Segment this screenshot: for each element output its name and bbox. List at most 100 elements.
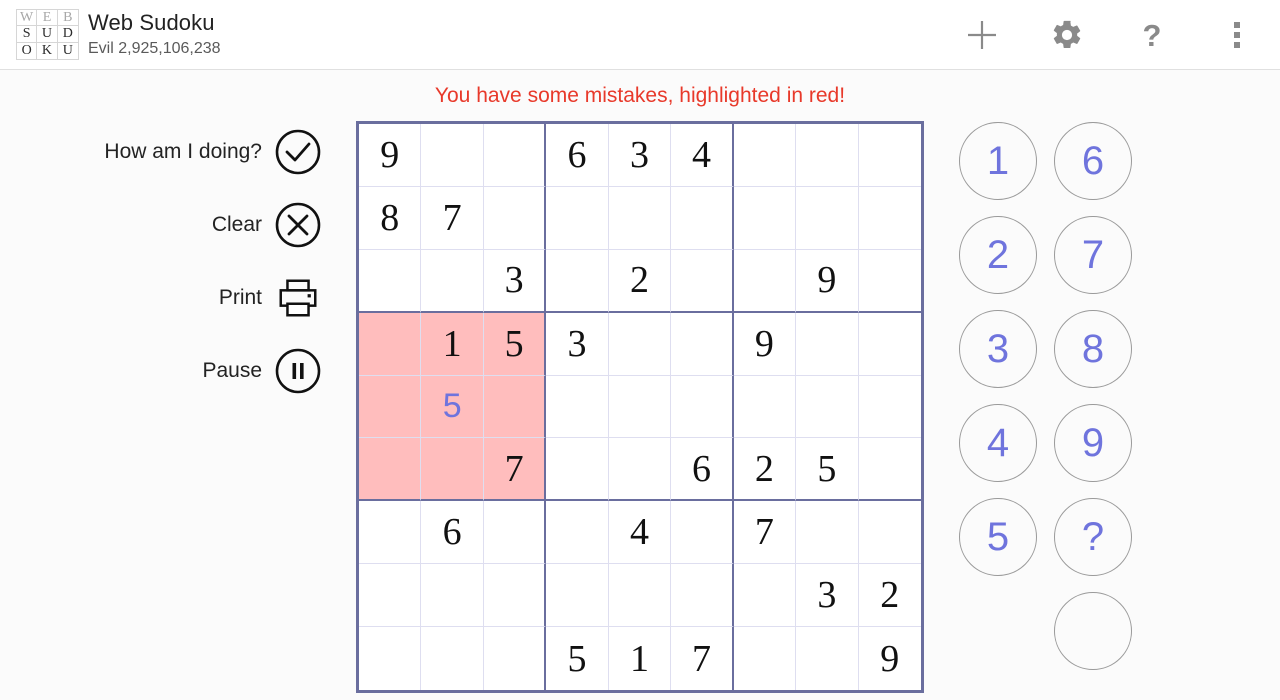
numpad-hint[interactable]: ?: [1054, 498, 1132, 576]
numpad-5[interactable]: 5: [959, 498, 1037, 576]
sudoku-cell[interactable]: [484, 627, 547, 690]
sudoku-cell[interactable]: 9: [359, 124, 422, 187]
sudoku-cell[interactable]: [608, 186, 672, 250]
sudoku-cell[interactable]: [671, 186, 734, 250]
sudoku-cell[interactable]: 3: [608, 124, 672, 187]
sudoku-cell[interactable]: [608, 375, 672, 439]
settings-button[interactable]: [1039, 0, 1095, 70]
sudoku-cell[interactable]: [671, 375, 734, 439]
sudoku-cell[interactable]: [858, 124, 921, 187]
sudoku-cell[interactable]: 5: [421, 375, 484, 439]
sudoku-cell[interactable]: [796, 124, 859, 187]
sudoku-cell[interactable]: 7: [671, 627, 734, 690]
sudoku-cell[interactable]: 9: [859, 627, 921, 690]
sudoku-cell[interactable]: [421, 249, 484, 313]
sudoku-cell[interactable]: 4: [608, 501, 672, 565]
sudoku-cell[interactable]: [733, 124, 797, 187]
sudoku-cell[interactable]: [546, 249, 609, 313]
sudoku-cell[interactable]: 7: [733, 501, 797, 565]
sudoku-cell[interactable]: 3: [796, 564, 859, 628]
sudoku-cell[interactable]: [359, 312, 422, 376]
numpad-3[interactable]: 3: [959, 310, 1037, 388]
sudoku-cell[interactable]: [546, 564, 609, 628]
sudoku-cell[interactable]: [483, 186, 547, 250]
sudoku-cell[interactable]: [733, 186, 797, 250]
sudoku-cell[interactable]: [671, 501, 734, 565]
sudoku-cell[interactable]: [858, 438, 921, 502]
sudoku-cell[interactable]: [546, 186, 609, 250]
sudoku-cell[interactable]: 9: [733, 312, 797, 376]
sudoku-cell[interactable]: [733, 249, 797, 313]
clear-button[interactable]: Clear: [212, 201, 322, 249]
numpad-7[interactable]: 7: [1054, 216, 1132, 294]
sudoku-board[interactable]: 963487329153957625647325179: [356, 121, 924, 693]
sudoku-cell[interactable]: [796, 375, 859, 439]
numpad-9[interactable]: 9: [1054, 404, 1132, 482]
sudoku-cell[interactable]: [796, 627, 859, 690]
sudoku-cell[interactable]: [858, 313, 921, 376]
sudoku-cell[interactable]: [483, 375, 547, 439]
sudoku-cell[interactable]: [546, 501, 609, 565]
sudoku-cell[interactable]: [796, 501, 859, 565]
sudoku-cell[interactable]: 5: [796, 438, 859, 502]
sudoku-cell[interactable]: [421, 438, 484, 502]
sudoku-cell[interactable]: [858, 501, 921, 565]
sudoku-cell[interactable]: [421, 627, 484, 690]
sudoku-cell[interactable]: 8: [359, 186, 422, 250]
numpad-6[interactable]: 6: [1054, 122, 1132, 200]
sudoku-cell[interactable]: [421, 564, 484, 628]
sudoku-cell[interactable]: [671, 564, 734, 628]
numpad-1[interactable]: 1: [959, 122, 1037, 200]
sudoku-cell[interactable]: 6: [421, 501, 484, 565]
numpad-2[interactable]: 2: [959, 216, 1037, 294]
sudoku-cell[interactable]: 1: [609, 627, 672, 690]
sudoku-cell[interactable]: 5: [483, 312, 547, 376]
sudoku-cell[interactable]: 3: [546, 312, 609, 376]
numpad-4[interactable]: 4: [959, 404, 1037, 482]
help-button[interactable]: ?: [1124, 0, 1180, 70]
numpad-8[interactable]: 8: [1054, 310, 1132, 388]
sudoku-cell[interactable]: [359, 501, 422, 565]
sudoku-cell[interactable]: [671, 249, 734, 313]
sudoku-cell[interactable]: [858, 187, 921, 250]
sudoku-cell[interactable]: [359, 627, 422, 690]
sudoku-cell[interactable]: [359, 249, 422, 313]
sudoku-cell[interactable]: [671, 312, 734, 376]
sudoku-cell[interactable]: 6: [546, 124, 609, 187]
sudoku-cell[interactable]: [546, 375, 609, 439]
sudoku-cell[interactable]: [733, 564, 797, 628]
how-am-i-doing-button[interactable]: How am I doing?: [104, 128, 322, 176]
sudoku-cell[interactable]: 2: [733, 438, 797, 502]
sudoku-cell[interactable]: [546, 438, 609, 502]
sudoku-cell[interactable]: [483, 124, 547, 187]
sudoku-cell[interactable]: 1: [421, 312, 484, 376]
sudoku-cell[interactable]: [421, 124, 484, 187]
sudoku-cell[interactable]: [608, 438, 672, 502]
sudoku-cell[interactable]: [608, 564, 672, 628]
sudoku-cell[interactable]: [483, 501, 547, 565]
sudoku-cell[interactable]: [796, 312, 859, 376]
sudoku-cell[interactable]: 2: [608, 249, 672, 313]
sudoku-cell[interactable]: [734, 627, 797, 690]
sudoku-cell[interactable]: 4: [671, 124, 734, 187]
sudoku-cell[interactable]: [608, 312, 672, 376]
numpad-erase[interactable]: [1054, 592, 1132, 670]
pause-button[interactable]: Pause: [202, 347, 322, 395]
new-game-button[interactable]: [954, 0, 1010, 70]
sudoku-cell[interactable]: 6: [671, 438, 734, 502]
sudoku-cell[interactable]: [483, 564, 547, 628]
sudoku-cell[interactable]: [796, 186, 859, 250]
sudoku-cell[interactable]: [359, 564, 422, 628]
sudoku-cell[interactable]: 7: [421, 186, 484, 250]
overflow-menu-button[interactable]: [1209, 0, 1265, 70]
sudoku-cell[interactable]: [858, 376, 921, 439]
sudoku-cell[interactable]: [359, 438, 422, 502]
sudoku-cell[interactable]: 3: [483, 249, 547, 313]
sudoku-cell[interactable]: 2: [858, 564, 921, 628]
print-button[interactable]: Print: [219, 274, 322, 322]
sudoku-cell[interactable]: [733, 375, 797, 439]
sudoku-cell[interactable]: 7: [483, 438, 547, 502]
sudoku-cell[interactable]: [858, 250, 921, 313]
sudoku-cell[interactable]: [359, 375, 422, 439]
sudoku-cell[interactable]: 9: [796, 249, 859, 313]
